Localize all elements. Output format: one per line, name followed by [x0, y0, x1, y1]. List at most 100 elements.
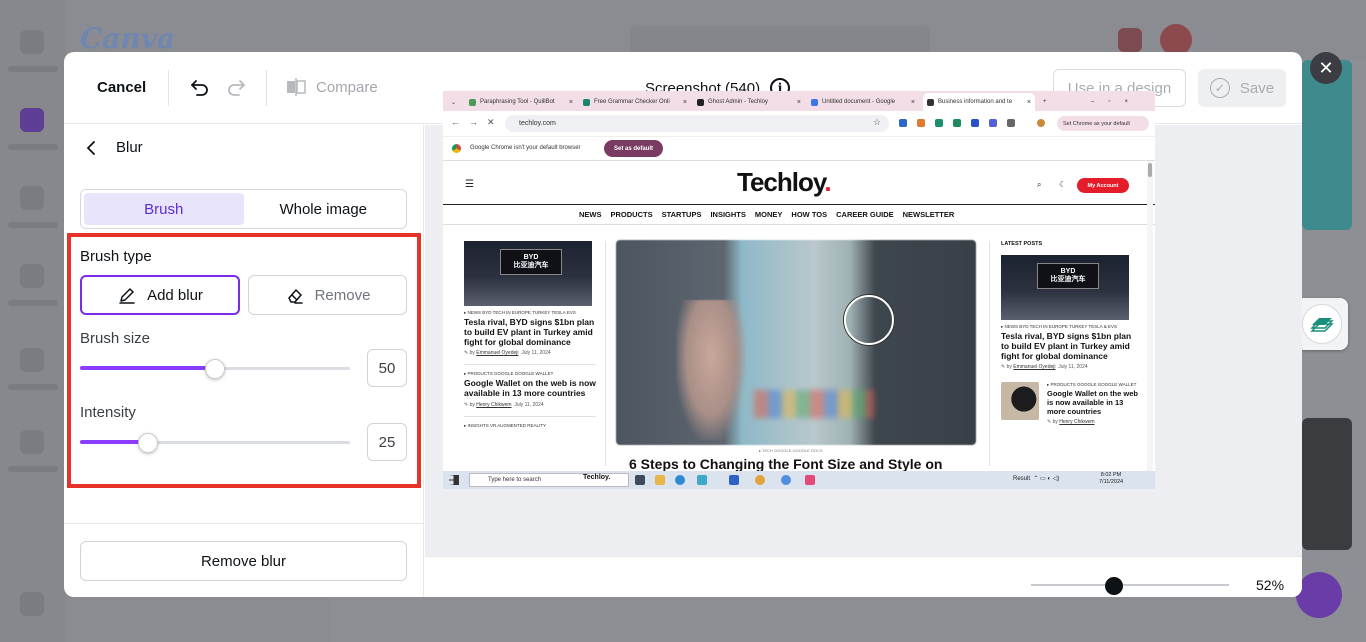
undo-button[interactable] [187, 76, 211, 100]
windows-start-icon [449, 475, 459, 485]
app-icon [697, 475, 707, 485]
article-tags: ▸ PRODUCTS GOOGLE GOOGLE WALLET [1047, 382, 1137, 388]
brush-type-label: Brush type [80, 248, 152, 265]
zoom-handle[interactable] [1105, 577, 1124, 595]
close-icon: ✕ [1318, 57, 1334, 78]
app-icon [781, 475, 791, 485]
article-headline: Tesla rival, BYD signs $1bn plan to buil… [464, 317, 595, 347]
set-default-chip: Set Chrome as your default [1057, 116, 1149, 131]
site-nav-item: PRODUCTS [610, 210, 653, 219]
browser-address-bar: ← → ✕ techloy.com ☆ Set Chrome as your d… [443, 111, 1155, 137]
slider-handle[interactable] [137, 433, 158, 453]
panel-title: Blur [116, 139, 143, 156]
back-chevron-icon[interactable] [84, 140, 98, 155]
background-notification-icon [1118, 28, 1142, 52]
tab-brush[interactable]: Brush [84, 193, 244, 225]
taskbar-tray: Result ⌃ ▭ ◐ ◁) [1013, 476, 1060, 482]
latest-posts-heading: LATEST POSTS [1001, 241, 1043, 247]
intensity-slider[interactable] [80, 433, 350, 453]
chrome-taskbar-icon [755, 475, 765, 485]
assistant-icon [1302, 304, 1342, 344]
redo-button[interactable] [225, 76, 249, 100]
blurred-phone-icons [754, 390, 874, 418]
article-author: Emmanuel Oyedeji [1013, 364, 1056, 371]
compare-button[interactable]: Compare [286, 78, 378, 96]
clock-time: 8:02 PM [1100, 472, 1122, 478]
tab-title: Free Grammar Checker Onli [594, 99, 670, 105]
background-search [630, 26, 930, 54]
edited-screenshot-image[interactable]: ⌄ Paraphrasing Tool - QuillBot × Free Gra… [443, 91, 1155, 489]
bg-rail-label [8, 222, 58, 228]
nav-divider [443, 224, 1155, 225]
column-divider [989, 241, 990, 466]
remove-blur-button[interactable]: Remove blur [80, 541, 407, 581]
byd-sign-bottom: 比亚迪汽车 [1050, 276, 1086, 283]
bg-rail-label [8, 66, 58, 72]
article-byline: ✎ by Emmanuel Oyedeji July 11, 2024 [1001, 364, 1088, 371]
slider-handle[interactable] [205, 359, 225, 379]
wallet-article-image [1001, 382, 1039, 421]
check-circle-icon: ✓ [1209, 78, 1230, 98]
add-blur-button[interactable]: Add blur [80, 275, 240, 315]
article-date: July 11, 2024 [1058, 364, 1088, 371]
extensions-puzzle-icon [1007, 119, 1015, 127]
background-thumbnail [1302, 60, 1352, 230]
article-byline: ✎ by Henry Chikwem July 11, 2024 [464, 401, 544, 408]
article-headline: Google Wallet on the web is now availabl… [464, 378, 596, 399]
restore-icon: ▫ [1108, 99, 1111, 105]
feature-headline: 6 Steps to Changing the Font Size and St… [629, 456, 943, 472]
article-author: Henry Chikwem [1059, 419, 1095, 426]
remove-brush-button[interactable]: Remove [248, 275, 407, 315]
background-thumbnail [1302, 418, 1352, 550]
extension-icon [953, 119, 961, 127]
tab-search-icon: ⌄ [451, 99, 457, 106]
window-controls: – ▫ × [1087, 93, 1151, 111]
feature-tags: ▸ TECH GOOGLE GOOGLE DOCS [759, 448, 823, 453]
extension-icon [971, 119, 979, 127]
byd-article-image: BYD 比亚迪汽车 [1001, 255, 1129, 320]
tab-title: Paraphrasing Tool - QuillBot [480, 99, 555, 105]
intensity-value[interactable]: 25 [367, 423, 407, 461]
window-close-icon: × [1124, 99, 1128, 105]
compare-label: Compare [316, 78, 378, 96]
assistant-bubble[interactable] [1296, 298, 1348, 350]
bg-apps-icon [20, 348, 44, 372]
site-nav-item: INSIGHTS [710, 210, 746, 219]
latest-post-item: ▸ PRODUCTS GOOGLE GOOGLE WALLET Google W… [1001, 382, 1141, 425]
brush-size-slider[interactable] [80, 359, 350, 379]
zoom-slider[interactable] [1031, 576, 1229, 596]
article-date: July 11, 2024 [521, 350, 551, 357]
clock-date: 7/11/2024 [1099, 478, 1124, 485]
save-button[interactable]: ✓ Save [1198, 69, 1286, 107]
zoom-percent: 52% [1256, 577, 1285, 593]
close-modal-button[interactable]: ✕ [1310, 52, 1342, 84]
panel-header: Blur [84, 139, 143, 156]
edge-icon [675, 475, 685, 485]
background-side-rail [0, 0, 66, 642]
scroll-thumb [1148, 163, 1152, 177]
bg-dream-icon [20, 430, 44, 454]
cancel-button[interactable]: Cancel [97, 79, 146, 96]
ghost-favicon-icon [697, 98, 704, 106]
dark-mode-icon: ☾ [1059, 180, 1067, 189]
zoom-track [1031, 584, 1229, 586]
zoom-bar: 52% [425, 556, 1302, 597]
tab-close-icon: × [682, 98, 687, 106]
chrome-logo-icon [452, 144, 461, 153]
eraser-icon [287, 289, 303, 304]
tab-whole-image[interactable]: Whole image [244, 193, 404, 225]
grammar-favicon-icon [583, 98, 590, 106]
article-byline: ✎ by Emmanuel Oyedeji July 11, 2024 [464, 350, 551, 357]
blurred-feature-image [616, 240, 976, 445]
windows-taskbar: Type here to search Techloy. Result ⌃ ▭ … [443, 471, 1155, 489]
blur-mode-toggle: Brush Whole image [80, 189, 407, 229]
brush-cursor-circle [844, 295, 894, 345]
brush-size-value[interactable]: 50 [367, 349, 407, 387]
set-default-button: Set as default [604, 140, 663, 157]
set-default-chip-text: Set Chrome as your default [1063, 120, 1130, 127]
extension-icon [917, 119, 925, 127]
site-nav-item: NEWS [579, 210, 602, 219]
new-tab-icon: + [1043, 99, 1047, 105]
minimize-icon: – [1091, 99, 1095, 105]
article-divider [464, 415, 596, 417]
